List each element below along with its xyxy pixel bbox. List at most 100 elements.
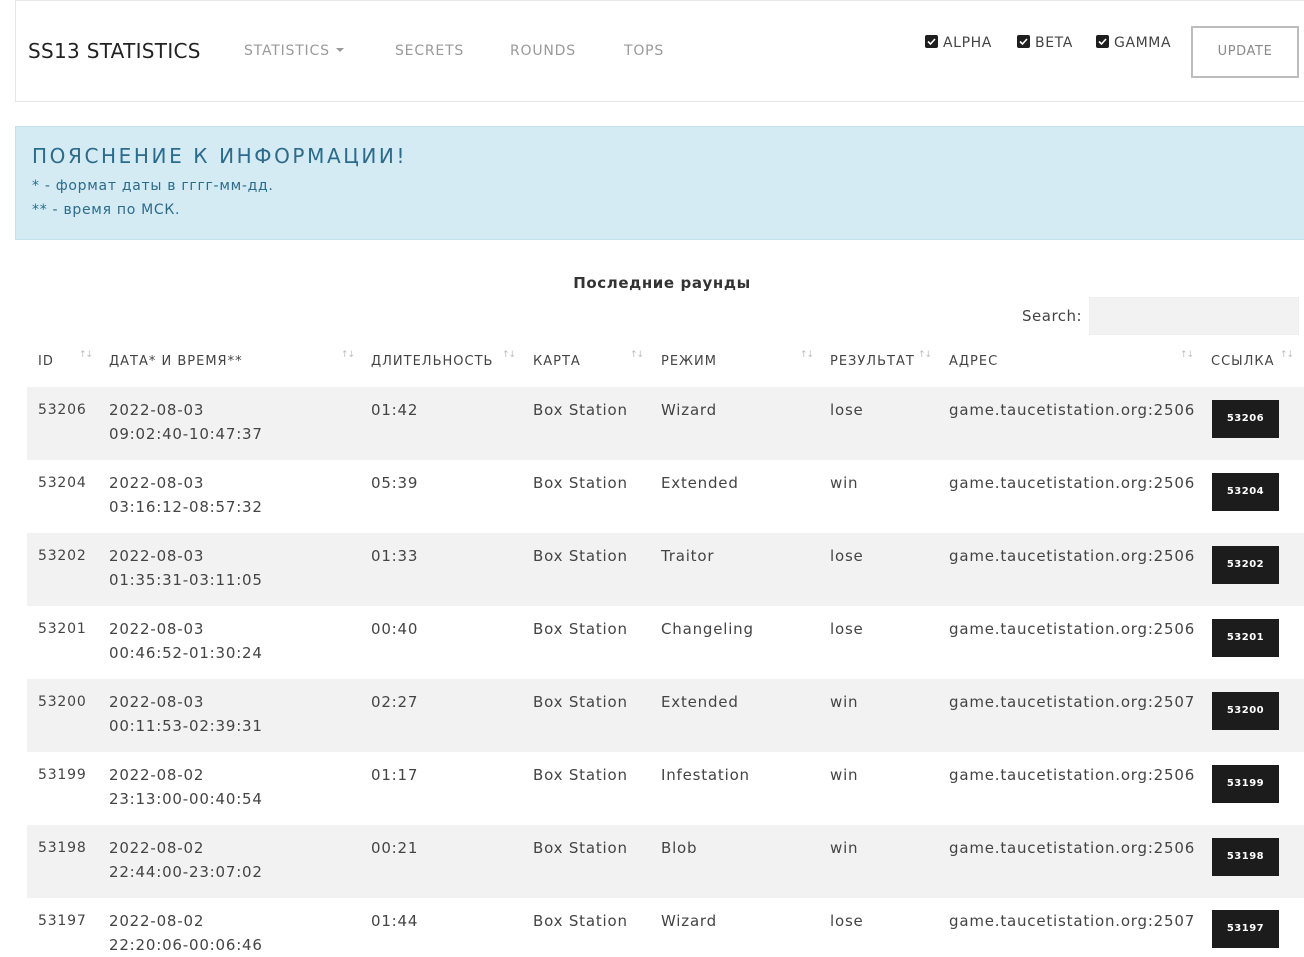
cell-address: game.taucetistation.org:2506	[949, 620, 1196, 638]
cell-mode: Blob	[661, 839, 698, 857]
checkbox-checked-icon[interactable]	[925, 35, 938, 48]
cell-duration: 05:39	[371, 474, 419, 492]
cell-id: 53199	[38, 767, 87, 783]
search-input[interactable]	[1089, 297, 1299, 335]
cell-address: game.taucetistation.org:2506	[949, 839, 1196, 857]
cell-id: 53197	[38, 913, 87, 929]
table-caption: Последние раунды	[573, 274, 751, 292]
cell-result: lose	[830, 547, 864, 565]
column-header-address[interactable]: АДРЕС	[949, 354, 998, 369]
cell-mode: Wizard	[661, 912, 717, 930]
cell-map: Box Station	[533, 766, 628, 784]
cell-date: 2022-08-03	[109, 401, 205, 419]
cell-mode: Wizard	[661, 401, 717, 419]
checkbox-checked-icon[interactable]	[1096, 35, 1109, 48]
sort-icon: ↑↓	[341, 350, 355, 360]
round-link-button[interactable]: 53201	[1212, 619, 1279, 657]
cell-duration: 01:42	[371, 401, 419, 419]
cell-map: Box Station	[533, 620, 628, 638]
round-link-button[interactable]: 53202	[1212, 546, 1279, 584]
cell-time: 23:13:00-00:40:54	[109, 790, 263, 808]
cell-map: Box Station	[533, 547, 628, 565]
column-header-date[interactable]: ДАТА* И ВРЕМЯ**	[109, 354, 243, 369]
cell-date: 2022-08-03	[109, 474, 205, 492]
round-link-button[interactable]: 53200	[1212, 692, 1279, 730]
cell-duration: 01:33	[371, 547, 419, 565]
column-header-map[interactable]: КАРТА	[533, 354, 581, 369]
cell-time: 03:16:12-08:57:32	[109, 498, 263, 516]
cell-map: Box Station	[533, 401, 628, 419]
cell-mode: Extended	[661, 693, 739, 711]
nav-tops[interactable]: TOPS	[624, 43, 664, 59]
sort-icon: ↑↓	[79, 350, 93, 360]
cell-map: Box Station	[533, 839, 628, 857]
server-label-beta: BETA	[1035, 35, 1073, 51]
server-checkbox-beta[interactable]: BETA	[1017, 35, 1073, 51]
sort-icon: ↑↓	[1280, 350, 1294, 360]
nav-rounds[interactable]: ROUNDS	[510, 43, 576, 59]
nav-secrets[interactable]: SECRETS	[395, 43, 464, 59]
cell-id: 53201	[38, 621, 87, 637]
column-header-result[interactable]: РЕЗУЛЬТАТ	[830, 354, 915, 369]
nav-statistics-dropdown[interactable]: STATISTICS	[244, 43, 344, 59]
sort-icon: ↑↓	[1180, 350, 1194, 360]
cell-duration: 02:27	[371, 693, 419, 711]
cell-mode: Changeling	[661, 620, 754, 638]
cell-result: win	[830, 474, 859, 492]
cell-mode: Extended	[661, 474, 739, 492]
brand-title[interactable]: SS13 STATISTICS	[28, 39, 201, 63]
cell-date: 2022-08-03	[109, 620, 205, 638]
sort-icon: ↑↓	[502, 350, 516, 360]
round-link-button[interactable]: 53197	[1212, 910, 1279, 948]
column-header-mode[interactable]: РЕЖИМ	[661, 354, 717, 369]
cell-address: game.taucetistation.org:2506	[949, 766, 1196, 784]
cell-id: 53198	[38, 840, 87, 856]
sort-icon: ↑↓	[918, 350, 932, 360]
info-alert: ПОЯСНЕНИЕ К ИНФОРМАЦИИ! * - формат даты …	[15, 126, 1304, 240]
cell-date: 2022-08-02	[109, 839, 205, 857]
round-link-button[interactable]: 53206	[1212, 400, 1279, 438]
cell-result: lose	[830, 620, 864, 638]
table-row: 53202 2022-08-03 01:35:31-03:11:05 01:33…	[27, 533, 1304, 606]
cell-result: win	[830, 839, 859, 857]
cell-address: game.taucetistation.org:2506	[949, 401, 1196, 419]
cell-map: Box Station	[533, 474, 628, 492]
table-row: 53197 2022-08-02 22:20:06-00:06:46 01:44…	[27, 898, 1304, 954]
server-checkbox-gamma[interactable]: GAMMA	[1096, 35, 1171, 51]
table-row: 53201 2022-08-03 00:46:52-01:30:24 00:40…	[27, 606, 1304, 679]
cell-date: 2022-08-02	[109, 912, 205, 930]
round-link-button[interactable]: 53198	[1212, 838, 1279, 876]
cell-result: win	[830, 693, 859, 711]
table-row: 53200 2022-08-03 00:11:53-02:39:31 02:27…	[27, 679, 1304, 752]
round-link-button[interactable]: 53204	[1212, 473, 1279, 511]
cell-result: lose	[830, 912, 864, 930]
cell-result: lose	[830, 401, 864, 419]
search-label: Search:	[1022, 307, 1083, 325]
round-link-button[interactable]: 53199	[1212, 765, 1279, 803]
cell-duration: 01:17	[371, 766, 419, 784]
cell-id: 53206	[38, 402, 87, 418]
cell-date: 2022-08-03	[109, 547, 205, 565]
cell-time: 09:02:40-10:47:37	[109, 425, 263, 443]
alert-line-timezone: ** - время по МСК.	[32, 202, 181, 218]
cell-id: 53202	[38, 548, 87, 564]
cell-time: 22:44:00-23:07:02	[109, 863, 263, 881]
cell-id: 53200	[38, 694, 87, 710]
server-checkbox-alpha[interactable]: ALPHA	[925, 35, 992, 51]
server-label-gamma: GAMMA	[1114, 35, 1172, 51]
cell-mode: Traitor	[661, 547, 715, 565]
column-header-link[interactable]: ССЫЛКА	[1211, 354, 1275, 369]
cell-date: 2022-08-02	[109, 766, 205, 784]
alert-line-date-format: * - формат даты в гггг-мм-дд.	[32, 178, 274, 194]
cell-address: game.taucetistation.org:2507	[949, 912, 1196, 930]
column-header-id[interactable]: ID	[38, 354, 54, 369]
column-header-duration[interactable]: ДЛИТЕЛЬНОСТЬ	[371, 354, 493, 369]
checkbox-checked-icon[interactable]	[1017, 35, 1030, 48]
cell-map: Box Station	[533, 912, 628, 930]
sort-icon: ↑↓	[630, 350, 644, 360]
cell-time: 01:35:31-03:11:05	[109, 571, 263, 589]
cell-duration: 01:44	[371, 912, 419, 930]
update-button[interactable]: UPDATE	[1191, 26, 1299, 78]
nav-statistics-label: STATISTICS	[244, 43, 330, 59]
cell-time: 00:46:52-01:30:24	[109, 644, 263, 662]
